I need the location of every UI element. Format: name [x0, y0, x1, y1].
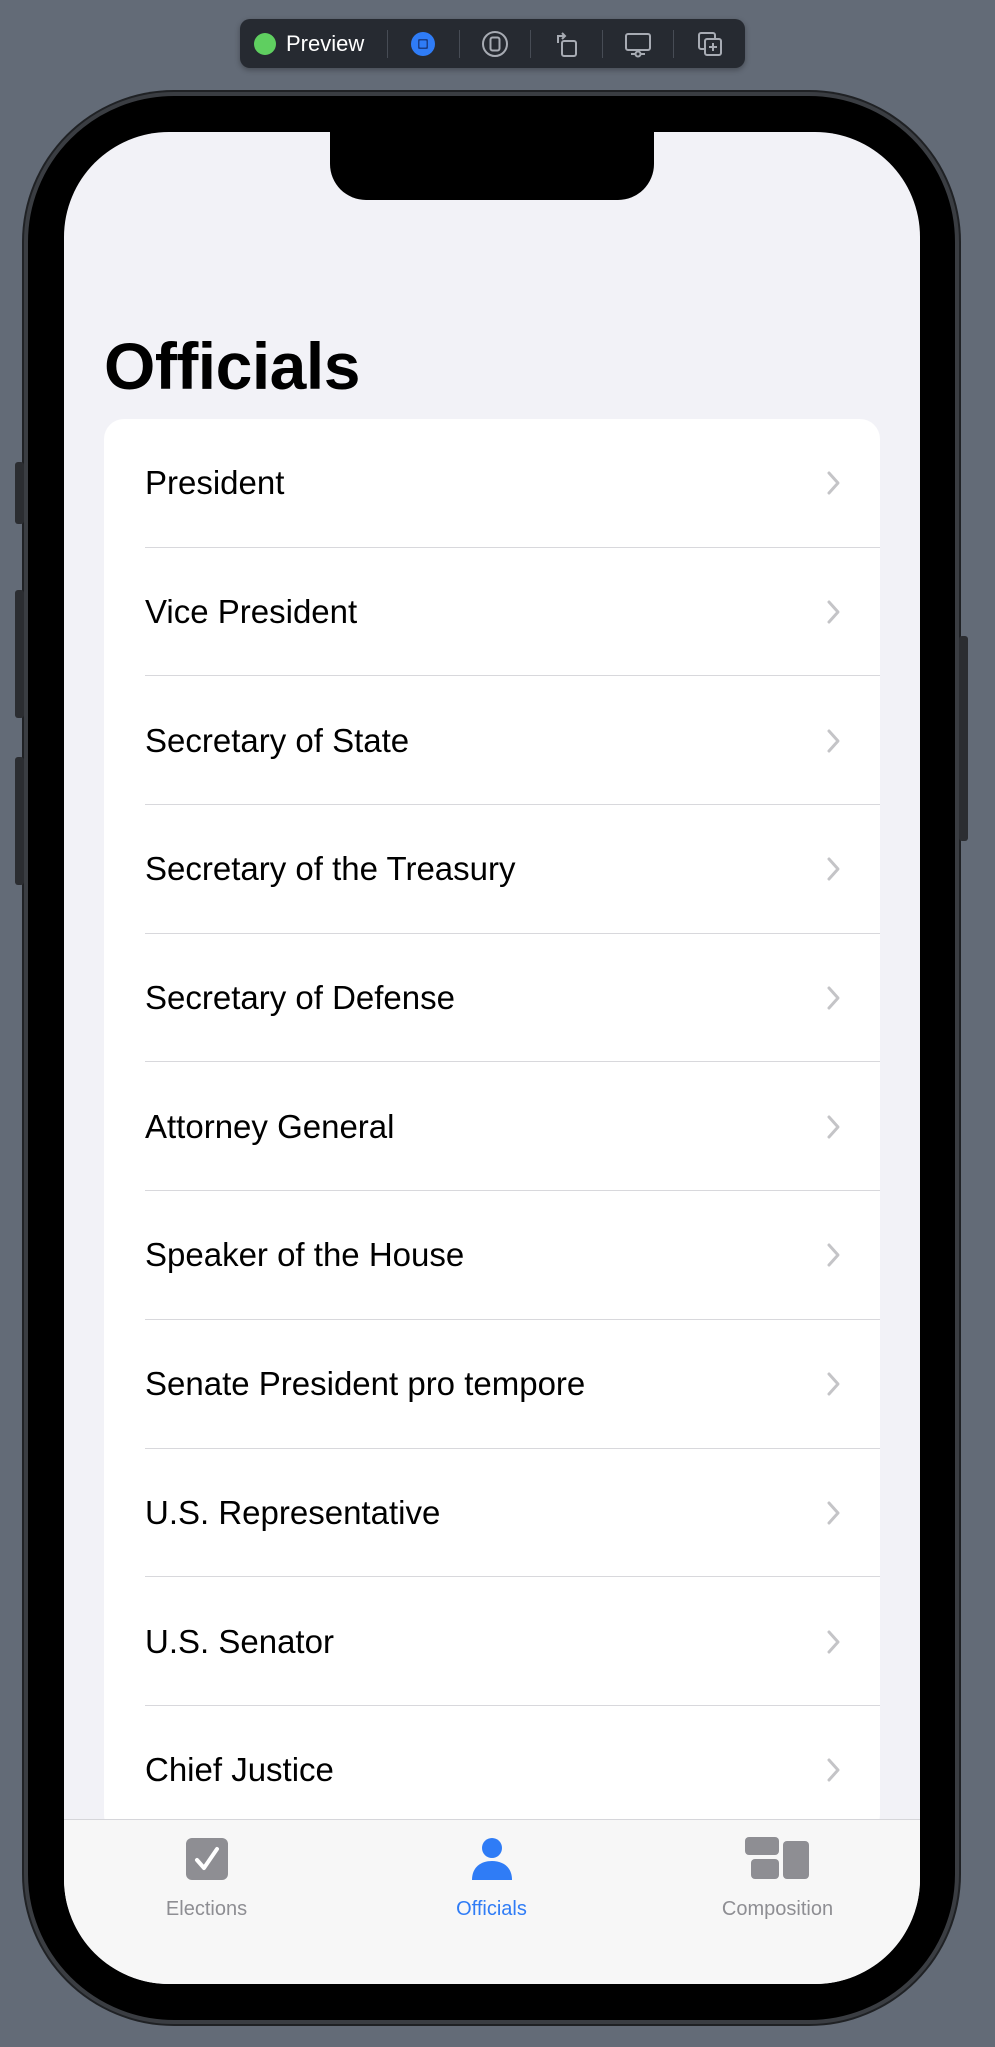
list-item-label: Secretary of State	[145, 721, 410, 759]
preview-mode-button[interactable]: Preview	[240, 19, 387, 68]
chevron-right-icon	[827, 1758, 840, 1782]
display-settings-icon	[625, 32, 652, 57]
list-item-label: Attorney General	[145, 1107, 395, 1145]
list-item-secretary-of-the-treasury[interactable]: Secretary of the Treasury	[104, 805, 880, 934]
tab-bar: Elections Officials Composition	[64, 1819, 920, 1984]
chevron-right-icon	[827, 986, 840, 1010]
list-item-label: Senate President pro tempore	[145, 1365, 586, 1403]
list-item-label: U.S. Representative	[145, 1493, 441, 1531]
live-status-icon	[254, 32, 276, 55]
list-item-label: Secretary of Defense	[145, 979, 455, 1017]
chevron-right-icon	[827, 857, 840, 881]
silent-switch	[15, 462, 24, 524]
list-item-label: Chief Justice	[145, 1751, 334, 1789]
page-title: Officials	[104, 329, 360, 403]
list-item-senate-president-pro-tempore[interactable]: Senate President pro tempore	[104, 1320, 880, 1449]
list-item-attorney-general[interactable]: Attorney General	[104, 1062, 880, 1192]
device-screen: Officials President Vice President Secre…	[64, 132, 920, 1984]
preview-toolbar: Preview	[240, 19, 745, 68]
chevron-right-icon	[827, 729, 840, 753]
live-preview-icon	[411, 31, 436, 56]
tab-label: Composition	[721, 1898, 834, 1920]
duplicate-icon	[697, 31, 722, 56]
list-item-label: Vice President	[145, 593, 358, 631]
tab-label: Officials	[456, 1898, 527, 1920]
notch	[330, 132, 654, 200]
live-preview-button[interactable]	[388, 19, 459, 68]
device-settings-button[interactable]	[603, 19, 674, 68]
rotate-button[interactable]	[531, 19, 602, 68]
preview-label: Preview	[286, 30, 365, 56]
power-button	[959, 636, 968, 841]
composition-icon	[744, 1836, 811, 1882]
tab-officials[interactable]: Officials	[349, 1836, 634, 1921]
rotate-icon	[556, 31, 577, 57]
list-item-label: U.S. Senator	[145, 1622, 334, 1660]
list-item-president[interactable]: President	[104, 419, 880, 548]
checkmark-square-icon	[185, 1836, 229, 1882]
list-item-secretary-of-defense[interactable]: Secretary of Defense	[104, 934, 880, 1063]
list-item-label: President	[145, 464, 285, 502]
list-item-chief-justice[interactable]: Chief Justice	[104, 1706, 880, 1835]
list-item-label: Secretary of the Treasury	[145, 850, 516, 888]
duplicate-preview-button[interactable]	[674, 19, 745, 68]
chevron-right-icon	[827, 1243, 840, 1267]
list-item-secretary-of-state[interactable]: Secretary of State	[104, 676, 880, 806]
chevron-right-icon	[827, 1372, 840, 1396]
list-item-us-senator[interactable]: U.S. Senator	[104, 1577, 880, 1706]
tab-label: Elections	[165, 1898, 248, 1920]
tab-elections[interactable]: Elections	[64, 1836, 349, 1921]
device-preview-button[interactable]	[460, 19, 531, 68]
chevron-right-icon	[827, 471, 840, 495]
chevron-right-icon	[827, 600, 840, 624]
list-item-label: Speaker of the House	[145, 1236, 465, 1274]
chevron-right-icon	[827, 1115, 840, 1139]
tab-composition[interactable]: Composition	[635, 1836, 920, 1921]
list-item-vice-president[interactable]: Vice President	[104, 548, 880, 677]
person-icon	[471, 1836, 513, 1882]
list-item-us-representative[interactable]: U.S. Representative	[104, 1449, 880, 1578]
officials-list: President Vice President Secretary of St…	[104, 419, 880, 1835]
chevron-right-icon	[827, 1630, 840, 1654]
volume-up-button	[15, 590, 24, 718]
list-item-speaker-of-the-house[interactable]: Speaker of the House	[104, 1191, 880, 1320]
volume-down-button	[15, 757, 24, 885]
chevron-right-icon	[827, 1501, 840, 1525]
device-icon	[482, 30, 509, 57]
